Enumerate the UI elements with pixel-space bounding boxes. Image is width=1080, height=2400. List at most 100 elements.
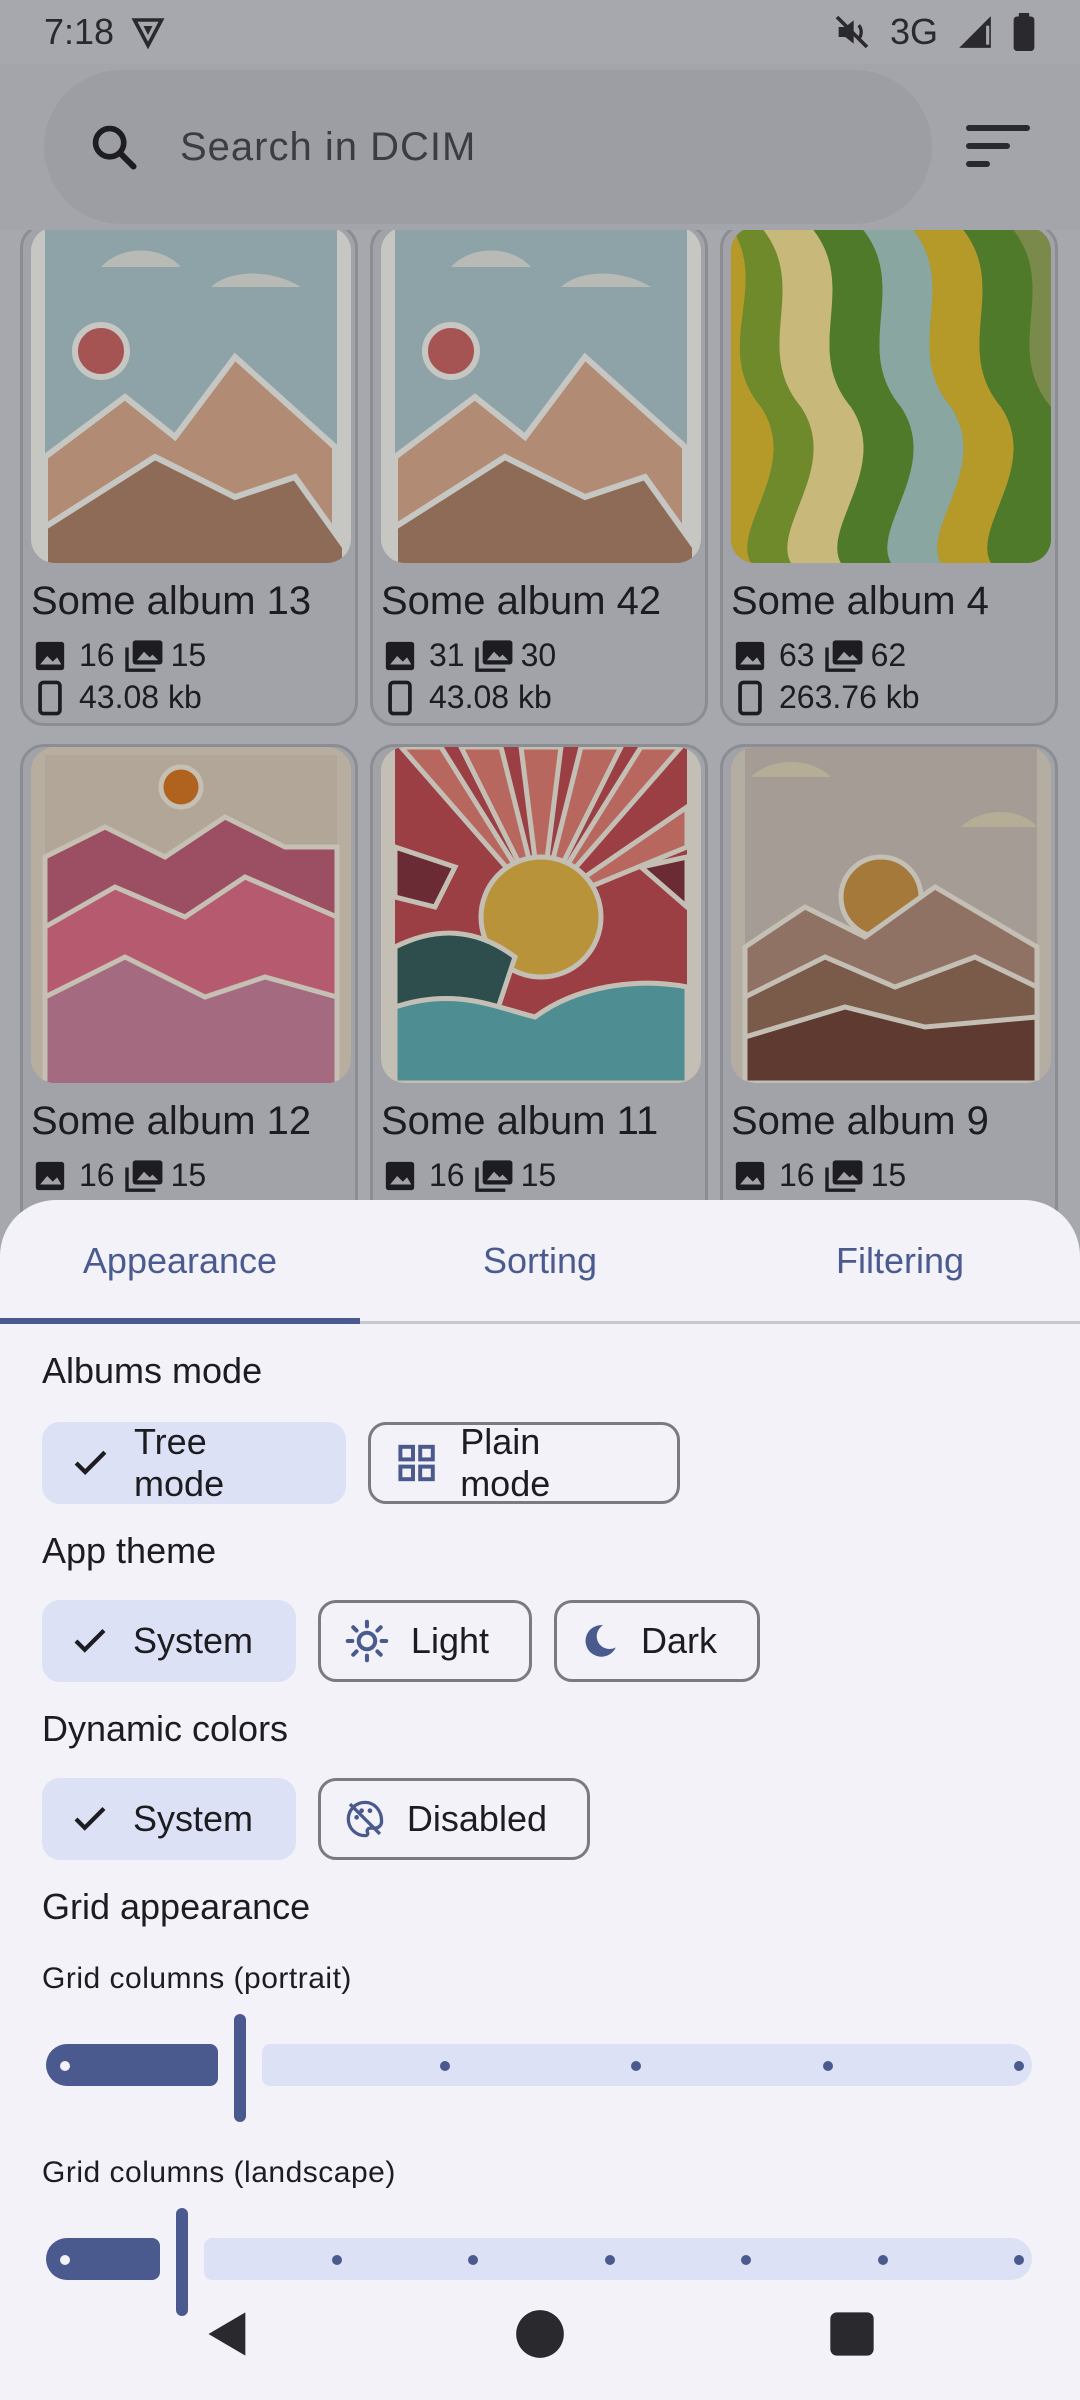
slider-handle[interactable] bbox=[234, 2014, 246, 2122]
album-size-text: 43.08 kb bbox=[79, 679, 202, 715]
sun-icon bbox=[345, 1619, 389, 1663]
slider-tick bbox=[440, 2061, 450, 2071]
phone-storage-icon bbox=[38, 680, 62, 715]
phone-storage-icon bbox=[738, 680, 762, 715]
network-type: 3G bbox=[889, 11, 938, 52]
album-counts: 16 15 bbox=[33, 1157, 206, 1194]
album-title: Some album 11 bbox=[381, 1099, 659, 1143]
mute-icon bbox=[835, 15, 869, 49]
status-bar: 7:18 3G bbox=[0, 0, 1080, 64]
album-card[interactable]: Some album 9 16 15 bbox=[720, 744, 1058, 1230]
media-count: 62 bbox=[870, 637, 907, 673]
album-size: 43.08 kb bbox=[33, 679, 202, 716]
slider-tick bbox=[877, 2255, 888, 2265]
chip-label: System bbox=[132, 1620, 253, 1661]
theme-system-chip[interactable]: System bbox=[42, 1600, 296, 1682]
search-bar[interactable]: Search in DCIM bbox=[44, 70, 932, 224]
chip-label: Tree mode bbox=[134, 1421, 225, 1504]
tree-mode-chip[interactable]: Tree mode bbox=[42, 1421, 346, 1504]
album-thumbnail bbox=[31, 747, 351, 1083]
portrait-columns-slider[interactable] bbox=[46, 2014, 1032, 2122]
dynamic-system-chip[interactable]: System bbox=[42, 1778, 296, 1860]
image-icon bbox=[735, 641, 765, 670]
dynamic-disabled-chip[interactable]: Disabled bbox=[318, 1778, 590, 1860]
image-count: 16 bbox=[779, 1157, 815, 1193]
album-card[interactable]: Some album 13 16 15 43.08 kb bbox=[20, 230, 358, 726]
settings-bottom-sheet: Appearance Sorting Filtering Albums mode… bbox=[0, 1200, 1080, 2400]
album-size-text: 43.08 kb bbox=[429, 679, 552, 715]
media-count: 30 bbox=[520, 637, 557, 673]
theme-dark-chip[interactable]: Dark bbox=[554, 1600, 760, 1682]
chip-label: System bbox=[132, 1798, 253, 1839]
home-icon[interactable] bbox=[514, 2308, 566, 2360]
image-icon bbox=[385, 641, 415, 670]
chip-label: Light bbox=[410, 1620, 489, 1661]
slider-tick bbox=[1014, 2255, 1024, 2265]
media-count: 15 bbox=[870, 1157, 907, 1193]
album-thumbnail bbox=[381, 230, 701, 563]
album-card[interactable]: Some album 4 63 62 263.76 kb bbox=[720, 230, 1058, 726]
search-input[interactable]: Search in DCIM bbox=[180, 125, 476, 170]
image-count: 16 bbox=[79, 637, 115, 673]
image-count: 16 bbox=[429, 1157, 465, 1193]
album-title: Some album 42 bbox=[381, 579, 662, 623]
settings-tabs: Appearance Sorting Filtering bbox=[0, 1200, 1080, 1324]
grid-icon bbox=[398, 1444, 435, 1482]
album-thumbnail bbox=[31, 230, 351, 563]
photo-library-icon bbox=[474, 1159, 513, 1192]
chip-label: Disabled bbox=[406, 1798, 547, 1839]
image-icon bbox=[35, 641, 65, 670]
recents-icon[interactable] bbox=[826, 2308, 878, 2360]
image-count: 63 bbox=[779, 637, 815, 673]
media-count: 15 bbox=[170, 1157, 207, 1193]
slider-tick bbox=[822, 2061, 833, 2071]
tab-filtering[interactable]: Filtering bbox=[720, 1200, 1080, 1321]
check-icon bbox=[74, 1629, 106, 1653]
battery-icon bbox=[1013, 13, 1035, 51]
album-size: 263.76 kb bbox=[733, 679, 920, 716]
chip-label: Plain mode bbox=[460, 1421, 551, 1504]
slider-tick bbox=[60, 2255, 70, 2265]
album-thumbnail bbox=[731, 230, 1051, 563]
album-thumbnail bbox=[381, 747, 701, 1083]
tab-appearance[interactable]: Appearance bbox=[0, 1200, 360, 1324]
search-icon bbox=[92, 125, 137, 170]
slider-active-track bbox=[46, 2044, 218, 2086]
image-icon bbox=[735, 1161, 765, 1190]
dynamic-colors-title: Dynamic colors bbox=[42, 1708, 289, 1749]
album-title: Some album 13 bbox=[31, 579, 312, 623]
slider-tick bbox=[1014, 2061, 1024, 2071]
phone-storage-icon bbox=[388, 680, 412, 715]
portrait-columns-label: Grid columns (portrait) bbox=[42, 1962, 352, 1995]
palette-off-icon bbox=[346, 1800, 384, 1838]
landscape-columns-label: Grid columns (landscape) bbox=[42, 2156, 396, 2189]
album-card[interactable]: Some album 11 16 15 bbox=[370, 744, 708, 1230]
chip-label: Dark bbox=[640, 1620, 717, 1661]
photo-library-icon bbox=[124, 1159, 163, 1192]
slider-inactive-track bbox=[262, 2044, 1032, 2086]
moon-icon bbox=[585, 1625, 616, 1657]
check-icon bbox=[74, 1807, 106, 1831]
album-title: Some album 12 bbox=[31, 1099, 312, 1143]
image-count: 16 bbox=[79, 1157, 115, 1193]
album-counts: 16 15 bbox=[733, 1157, 906, 1194]
slider-inactive-track bbox=[204, 2238, 1032, 2280]
album-card[interactable]: Some album 12 16 15 bbox=[20, 744, 358, 1230]
theme-light-chip[interactable]: Light bbox=[318, 1600, 532, 1682]
slider-tick bbox=[332, 2255, 342, 2265]
plain-mode-chip[interactable]: Plain mode bbox=[368, 1421, 680, 1504]
photo-library-icon bbox=[824, 1159, 863, 1192]
album-counts: 31 30 bbox=[383, 637, 556, 674]
check-icon bbox=[74, 1450, 107, 1476]
media-count: 15 bbox=[520, 1157, 557, 1193]
album-card[interactable]: Some album 42 31 30 43.08 kb bbox=[370, 230, 708, 726]
photo-library-icon bbox=[474, 639, 513, 672]
photo-library-icon bbox=[124, 639, 163, 672]
album-counts: 16 15 bbox=[383, 1157, 556, 1194]
sort-icon[interactable] bbox=[966, 120, 1030, 174]
album-counts: 63 62 bbox=[733, 637, 906, 674]
back-icon[interactable] bbox=[202, 2308, 254, 2360]
tab-sorting[interactable]: Sorting bbox=[360, 1200, 720, 1321]
grid-appearance-title: Grid appearance bbox=[42, 1886, 311, 1927]
system-navigation-bar bbox=[0, 2286, 1080, 2400]
